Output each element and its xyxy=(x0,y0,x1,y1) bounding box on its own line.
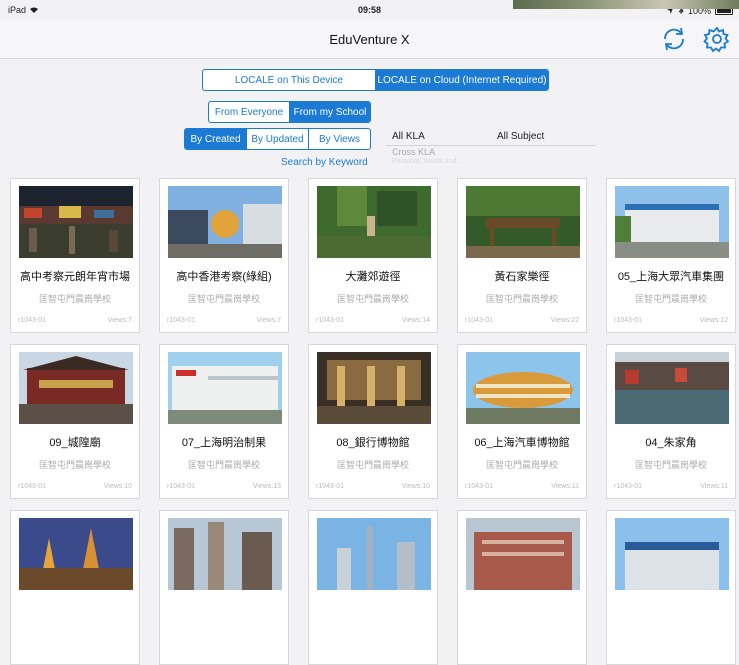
card-title: 大灘郊遊徑 xyxy=(345,271,401,283)
card-code: r1043-01 xyxy=(167,483,196,490)
locale-card[interactable]: 08_銀行博物館 匡智屯門晨崗學校 r1043-01 Views:10 xyxy=(308,344,438,499)
card-views: Views:7 xyxy=(107,317,132,324)
card-title: 高中香港考察(綠組) xyxy=(176,271,272,283)
card-title: 05_上海大眾汽車集團 xyxy=(617,271,725,283)
card-code: r1043-01 xyxy=(18,317,47,324)
card-school: 匡智屯門晨崗學校 xyxy=(485,294,558,304)
thumbnail-image xyxy=(466,352,580,424)
locale-card[interactable] xyxy=(159,510,289,665)
card-school: 匡智屯門晨崗學校 xyxy=(634,460,707,470)
scope-segmented-control: From Everyone From my School xyxy=(208,101,371,123)
locale-card[interactable] xyxy=(308,510,438,665)
refresh-icon xyxy=(664,27,684,51)
settings-button[interactable] xyxy=(703,25,731,53)
sort-segmented-control: By Created By Updated By Views xyxy=(184,128,371,150)
card-views: Views:14 xyxy=(401,317,430,324)
card-views: Views:10 xyxy=(401,483,430,490)
tab-locale-device[interactable]: LOCALE on This Device xyxy=(203,70,375,90)
kla-option-cross[interactable]: Cross KLA xyxy=(392,147,435,157)
card-school: 匡智屯門晨崗學校 xyxy=(634,294,707,304)
card-code: r1043-01 xyxy=(614,483,643,490)
kla-filter[interactable]: All KLA xyxy=(392,131,425,142)
tab-locale-cloud[interactable]: LOCALE on Cloud (Internet Required) xyxy=(375,70,548,90)
card-code: r1043-01 xyxy=(316,483,345,490)
card-school: 匡智屯門晨崗學校 xyxy=(336,460,409,470)
thumbnail-image xyxy=(615,518,729,590)
card-views: Views:11 xyxy=(700,483,728,490)
locale-card[interactable]: 09_城隍廟 匡智屯門晨崗學校 r1043-01 Views:10 xyxy=(10,344,140,499)
locale-card[interactable] xyxy=(606,510,736,665)
thumbnail-image xyxy=(317,518,431,590)
thumbnail-image xyxy=(466,186,580,258)
subject-filter[interactable]: All Subject xyxy=(497,131,544,142)
thumbnail-image xyxy=(168,518,282,590)
card-school: 匡智屯門晨崗學校 xyxy=(485,460,558,470)
card-views: Views:11 xyxy=(551,483,579,490)
card-title: 04_朱家角 xyxy=(645,437,697,449)
thumbnail-image xyxy=(466,518,580,590)
card-code: r1043-01 xyxy=(614,317,643,324)
thumbnail-image xyxy=(317,352,431,424)
card-code: r1043-01 xyxy=(167,317,196,324)
card-code: r1043-01 xyxy=(18,483,47,490)
card-school: 匡智屯門晨崗學校 xyxy=(187,460,260,470)
tab-by-views[interactable]: By Views xyxy=(308,129,370,149)
card-code: r1043-01 xyxy=(465,483,494,490)
card-title: 黃石家樂徑 xyxy=(494,271,550,283)
card-views: Views:22 xyxy=(550,317,579,324)
card-title: 06_上海汽車博物館 xyxy=(474,437,570,449)
kla-option-faint: Personal, Social and... xyxy=(392,158,463,165)
search-by-keyword-link[interactable]: Search by Keyword xyxy=(281,157,368,168)
thumbnail-image xyxy=(168,186,282,258)
locale-card[interactable]: 大灘郊遊徑 匡智屯門晨崗學校 r1043-01 Views:14 xyxy=(308,178,438,333)
thumbnail-image xyxy=(615,186,729,258)
locale-card[interactable]: 05_上海大眾汽車集團 匡智屯門晨崗學校 r1043-01 Views:12 xyxy=(606,178,736,333)
thumbnail-image xyxy=(317,186,431,258)
card-school: 匡智屯門晨崗學校 xyxy=(38,460,111,470)
locale-card[interactable]: 黃石家樂徑 匡智屯門晨崗學校 r1043-01 Views:22 xyxy=(457,178,587,333)
locale-card[interactable]: 06_上海汽車博物館 匡智屯門晨崗學校 r1043-01 Views:11 xyxy=(457,344,587,499)
card-title: 高中考察元朗年宵市場 xyxy=(20,271,130,283)
card-school: 匡智屯門晨崗學校 xyxy=(38,294,111,304)
filter-row: All KLA All Subject xyxy=(386,128,596,146)
refresh-button[interactable] xyxy=(660,25,688,53)
card-views: Views:13 xyxy=(252,483,281,490)
thumbnail-image xyxy=(19,518,133,590)
card-views: Views:7 xyxy=(256,317,281,324)
locale-card[interactable]: 04_朱家角 匡智屯門晨崗學校 r1043-01 Views:11 xyxy=(606,344,736,499)
navigation-bar: EduVenture X xyxy=(0,20,739,59)
card-views: Views:12 xyxy=(699,317,728,324)
card-title: 07_上海明治制果 xyxy=(181,437,267,449)
locale-card[interactable]: 高中香港考察(綠組) 匡智屯門晨崗學校 r1043-01 Views:7 xyxy=(159,178,289,333)
tab-from-everyone[interactable]: From Everyone xyxy=(209,102,289,122)
tab-from-my-school[interactable]: From my School xyxy=(289,102,370,122)
tab-by-updated[interactable]: By Updated xyxy=(246,129,308,149)
locale-card[interactable] xyxy=(10,510,140,665)
app-title: EduVenture X xyxy=(329,32,410,47)
gear-icon xyxy=(703,26,730,53)
card-code: r1043-01 xyxy=(465,317,494,324)
card-school: 匡智屯門晨崗學校 xyxy=(336,294,409,304)
thumbnail-image xyxy=(19,352,133,424)
card-title: 09_城隍廟 xyxy=(49,437,101,449)
locale-card[interactable]: 高中考察元朗年宵市場 匡智屯門晨崗學校 r1043-01 Views:7 xyxy=(10,178,140,333)
locale-card[interactable]: 07_上海明治制果 匡智屯門晨崗學校 r1043-01 Views:13 xyxy=(159,344,289,499)
tab-by-created[interactable]: By Created xyxy=(185,129,246,149)
card-code: r1043-01 xyxy=(316,317,345,324)
card-title: 08_銀行博物館 xyxy=(336,437,410,449)
source-segmented-control: LOCALE on This Device LOCALE on Cloud (I… xyxy=(202,69,549,91)
corner-background-photo xyxy=(513,0,739,9)
card-views: Views:10 xyxy=(103,483,132,490)
card-school: 匡智屯門晨崗學校 xyxy=(187,294,260,304)
thumbnail-image xyxy=(615,352,729,424)
locale-card[interactable] xyxy=(457,510,587,665)
thumbnail-image xyxy=(168,352,282,424)
thumbnail-image xyxy=(19,186,133,258)
